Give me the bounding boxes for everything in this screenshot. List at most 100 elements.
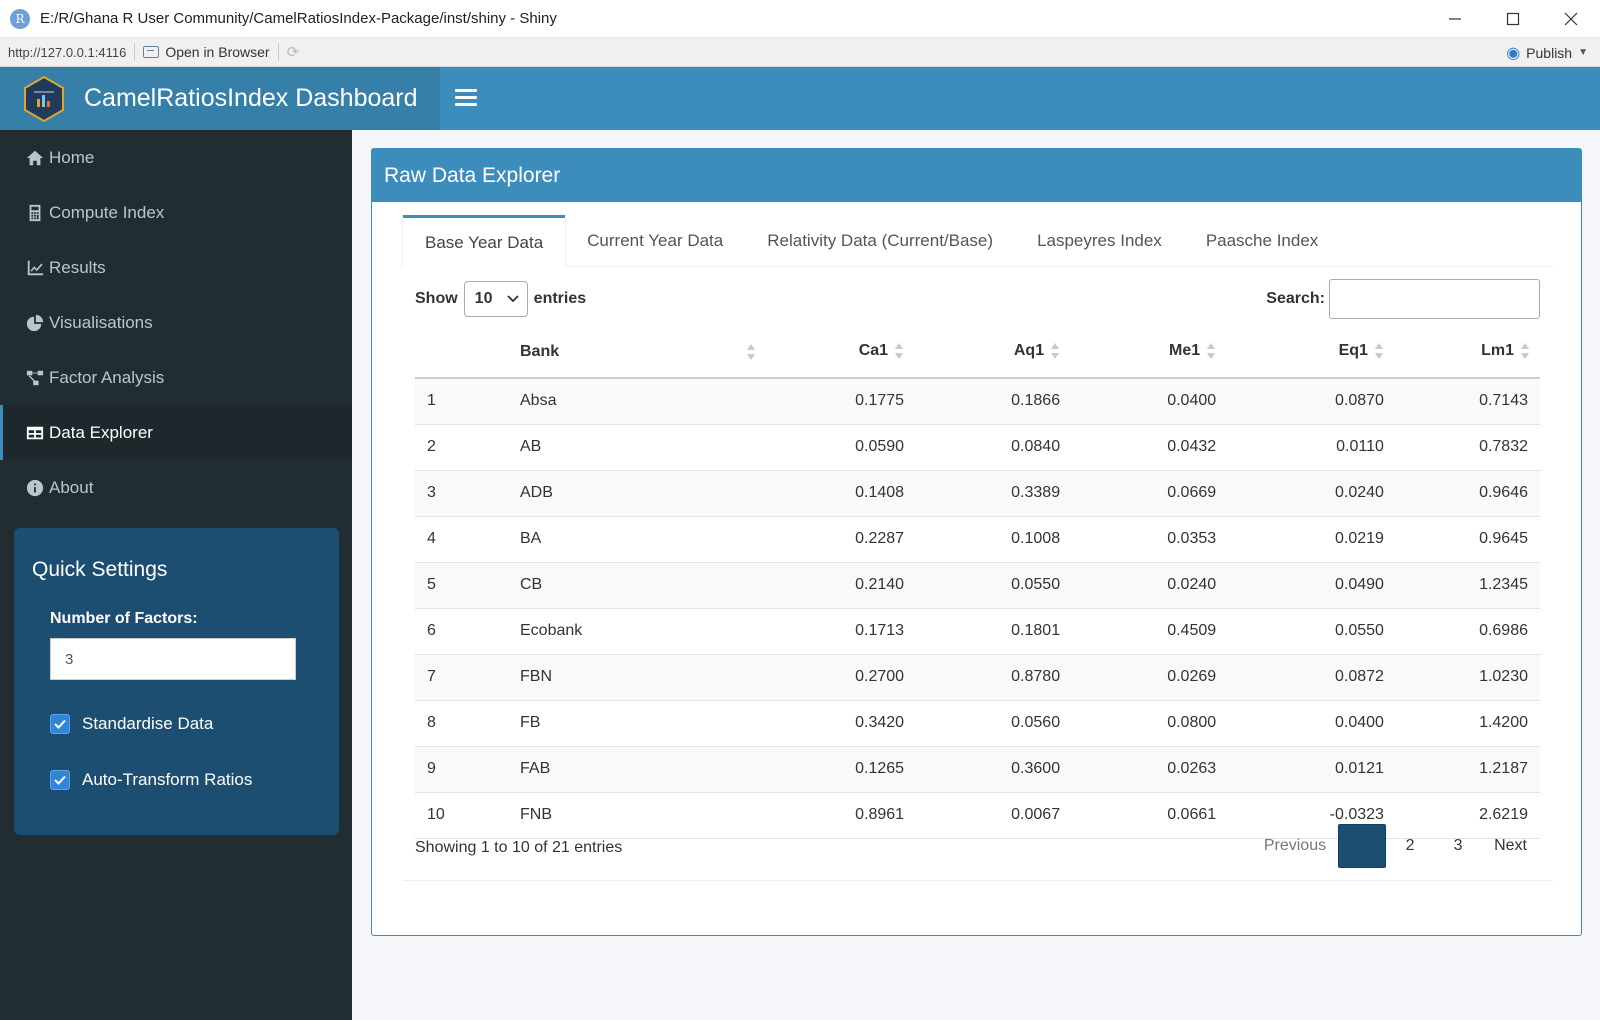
- next-page-button[interactable]: Next: [1482, 824, 1539, 868]
- sidebar-item-label: Visualisations: [49, 312, 153, 332]
- standardise-data-label: Standardise Data: [82, 714, 214, 733]
- cell-aq1: 0.0840: [926, 424, 1083, 471]
- cell-bank: FAB: [520, 746, 770, 793]
- sidebar-item-home[interactable]: Home: [0, 130, 352, 185]
- row-index: 4: [415, 516, 520, 563]
- sort-icon: [894, 342, 904, 360]
- cell-bank: BA: [520, 516, 770, 563]
- sidebar: Home Compute Index Results Visualisation…: [0, 130, 352, 1020]
- auto-transform-ratios-checkbox[interactable]: Auto-Transform Ratios: [50, 770, 339, 790]
- rstudio-app-icon: R: [10, 8, 30, 29]
- maximize-button[interactable]: [1484, 0, 1542, 38]
- cell-lm1: 0.9646: [1405, 470, 1540, 517]
- cell-lm1: 0.7832: [1405, 424, 1540, 471]
- tab-relativity-data[interactable]: Relativity Data (Current/Base): [745, 215, 1015, 267]
- quick-settings-panel: Quick Settings Number of Factors: Standa…: [14, 528, 339, 835]
- calculator-icon: [25, 203, 45, 223]
- page-button-3[interactable]: 3: [1434, 824, 1482, 868]
- table-row[interactable]: 3 ADB 0.1408 0.3389 0.0669 0.0240 0.9646: [415, 470, 1540, 517]
- close-button[interactable]: [1542, 0, 1600, 38]
- cell-eq1: 0.0219: [1238, 516, 1406, 563]
- cell-aq1: 0.3600: [926, 746, 1083, 793]
- sidebar-item-visualisations[interactable]: Visualisations: [0, 295, 352, 350]
- sidebar-item-data-explorer[interactable]: Data Explorer: [0, 405, 352, 460]
- table-row[interactable]: 5 CB 0.2140 0.0550 0.0240 0.0490 1.2345: [415, 562, 1540, 609]
- cell-bank: ADB: [520, 470, 770, 517]
- cell-ca1: 0.2700: [770, 654, 927, 701]
- open-in-browser-label: Open in Browser: [165, 44, 270, 60]
- tab-laspeyres-index[interactable]: Laspeyres Index: [1015, 215, 1184, 267]
- column-header-index: [415, 326, 520, 379]
- sort-icon: [1050, 342, 1060, 360]
- cell-me1: 0.0269: [1082, 654, 1239, 701]
- table-row[interactable]: 2 AB 0.0590 0.0840 0.0432 0.0110 0.7832: [415, 424, 1540, 471]
- tab-base-year-data[interactable]: Base Year Data: [403, 215, 566, 267]
- column-header-aq1[interactable]: Aq1: [926, 326, 1083, 379]
- tab-paasche-index[interactable]: Paasche Index: [1184, 215, 1340, 267]
- number-of-factors-input[interactable]: [50, 638, 296, 680]
- data-tabs: Base Year Data Current Year Data Relativ…: [403, 215, 1553, 267]
- refresh-icon[interactable]: ⟳: [287, 43, 300, 61]
- table-row[interactable]: 6 Ecobank 0.1713 0.1801 0.4509 0.0550 0.…: [415, 608, 1540, 655]
- cell-eq1: 0.0870: [1238, 378, 1406, 425]
- cell-lm1: 0.7143: [1405, 378, 1540, 425]
- row-index: 9: [415, 746, 520, 793]
- page-button-1[interactable]: 1: [1338, 824, 1387, 868]
- table-row[interactable]: 9 FAB 0.1265 0.3600 0.0263 0.0121 1.2187: [415, 746, 1540, 793]
- column-header-eq1[interactable]: Eq1: [1238, 326, 1406, 379]
- sidebar-item-factor-analysis[interactable]: Factor Analysis: [0, 350, 352, 405]
- cell-aq1: 0.1008: [926, 516, 1083, 563]
- toolbar-divider: [277, 43, 279, 61]
- page-button-2[interactable]: 2: [1386, 824, 1434, 868]
- table-info: Showing 1 to 10 of 21 entries: [415, 839, 623, 856]
- column-header-lm1[interactable]: Lm1: [1405, 326, 1540, 379]
- data-table: Bank Ca1 Aq1 Me1 Eq1 Lm1 1 Absa 0.1775 0…: [415, 326, 1540, 839]
- table-controls: Show 10 entries Search:: [415, 279, 1540, 319]
- cell-bank: Absa: [520, 378, 770, 425]
- publish-icon: ◉: [1506, 44, 1521, 62]
- cell-ca1: 0.1775: [770, 378, 927, 425]
- window-titlebar: R E:/R/Ghana R User Community/CamelRatio…: [0, 0, 1600, 38]
- dashboard-title: CamelRatiosIndex Dashboard: [84, 84, 418, 112]
- sidebar-item-about[interactable]: About: [0, 460, 352, 515]
- row-index: 8: [415, 700, 520, 747]
- url-text[interactable]: http://127.0.0.1:4116: [8, 45, 126, 60]
- line-chart-icon: [25, 258, 45, 278]
- cell-eq1: 0.0240: [1238, 470, 1406, 517]
- column-header-bank[interactable]: Bank: [520, 326, 770, 379]
- sidebar-item-compute-index[interactable]: Compute Index: [0, 185, 352, 240]
- tab-content-divider: [403, 880, 1553, 881]
- standardise-data-checkbox[interactable]: Standardise Data: [50, 714, 339, 734]
- table-row[interactable]: 1 Absa 0.1775 0.1866 0.0400 0.0870 0.714…: [415, 378, 1540, 425]
- row-index: 7: [415, 654, 520, 701]
- brand-area: CamelRatiosIndex Dashboard: [0, 67, 440, 130]
- table-row[interactable]: 7 FBN 0.2700 0.8780 0.0269 0.0872 1.0230: [415, 654, 1540, 701]
- cell-me1: 0.0800: [1082, 700, 1239, 747]
- cell-lm1: 0.9645: [1405, 516, 1540, 563]
- table-header-row: Bank Ca1 Aq1 Me1 Eq1 Lm1: [415, 326, 1540, 379]
- dashboard-header: CamelRatiosIndex Dashboard: [0, 67, 1600, 130]
- sidebar-item-label: Home: [49, 147, 95, 167]
- column-header-me1[interactable]: Me1: [1082, 326, 1239, 379]
- search-input[interactable]: [1329, 279, 1540, 319]
- number-of-factors-label: Number of Factors:: [50, 610, 198, 627]
- sidebar-item-label: Results: [49, 257, 106, 277]
- table-row[interactable]: 8 FB 0.3420 0.0560 0.0800 0.0400 1.4200: [415, 700, 1540, 747]
- previous-page-button[interactable]: Previous: [1252, 824, 1338, 868]
- quick-settings-title: Quick Settings: [32, 558, 168, 581]
- entries-length-value: 10: [474, 290, 493, 307]
- cell-bank: Ecobank: [520, 608, 770, 655]
- minimize-button[interactable]: [1426, 0, 1484, 38]
- cell-ca1: 0.3420: [770, 700, 927, 747]
- entries-label: entries: [533, 290, 587, 307]
- table-row[interactable]: 4 BA 0.2287 0.1008 0.0353 0.0219 0.9645: [415, 516, 1540, 563]
- sidebar-toggle-button[interactable]: [455, 85, 477, 111]
- column-header-ca1[interactable]: Ca1: [770, 326, 927, 379]
- sidebar-item-results[interactable]: Results: [0, 240, 352, 295]
- tab-current-year-data[interactable]: Current Year Data: [565, 215, 745, 267]
- window-controls: [1426, 0, 1600, 38]
- open-in-browser-button[interactable]: Open in Browser: [143, 44, 270, 60]
- publish-button[interactable]: ◉ Publish ▼: [1506, 38, 1588, 67]
- cell-ca1: 0.2140: [770, 562, 927, 609]
- entries-length-select[interactable]: 10: [463, 281, 528, 317]
